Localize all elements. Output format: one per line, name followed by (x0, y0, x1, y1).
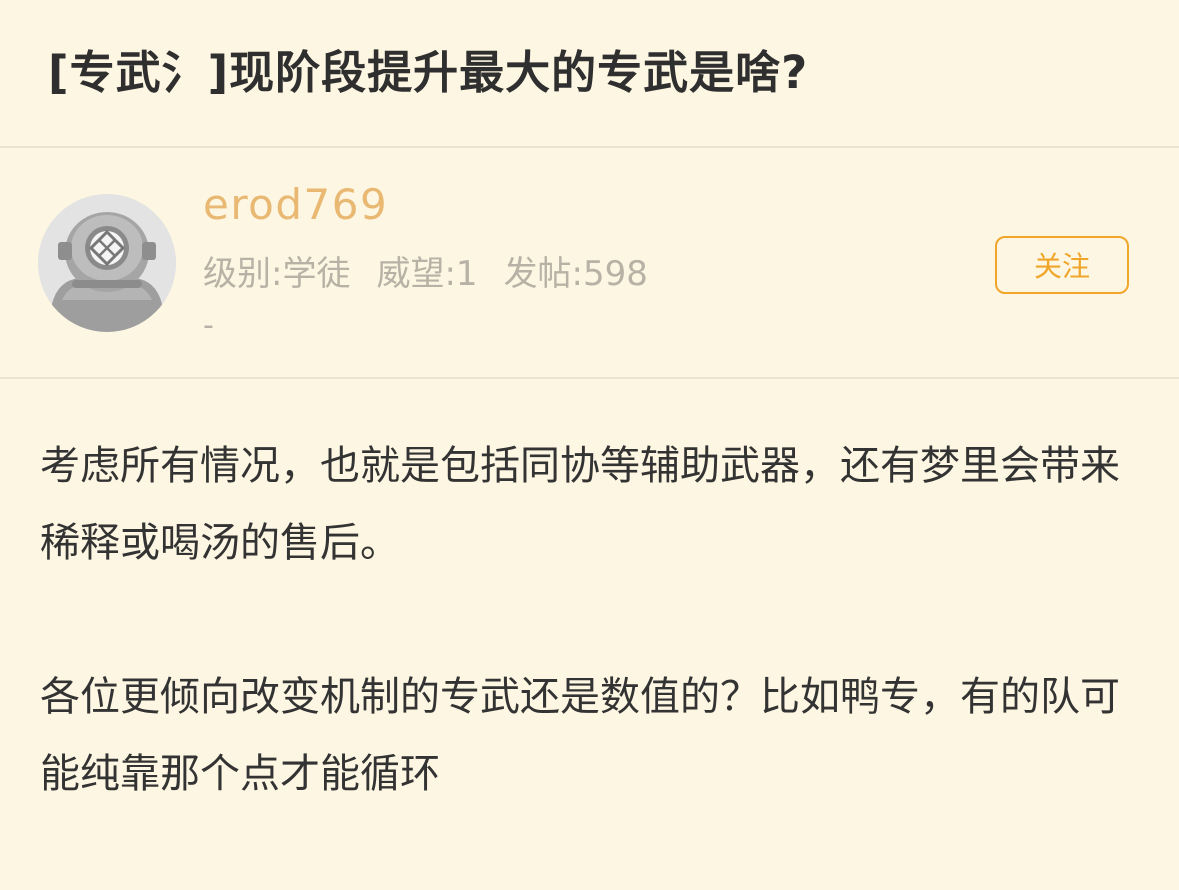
author-info: erod769 级别:学徒 威望:1 发帖:598 - 关注 (0, 150, 1179, 379)
post-title: [专武氵]现阶段提升最大的专武是啥? (48, 46, 809, 99)
author-signature: - (203, 308, 214, 343)
post-paragraph: 各位更倾向改变机制的专武还是数值的？比如鸭专，有的队可能纯靠那个点才能循环 (40, 674, 1120, 797)
diving-helmet-icon (38, 194, 176, 332)
title-bar: [专武氵]现阶段提升最大的专武是啥? (0, 0, 1179, 148)
post-content: 考虑所有情况，也就是包括同协等辅助武器，还有梦里会带来稀释或喝汤的售后。 各位更… (40, 428, 1140, 890)
avatar[interactable] (38, 194, 176, 332)
author-level: 级别:学徒 (203, 254, 351, 294)
post-paragraph: 考虑所有情况，也就是包括同协等辅助武器，还有梦里会带来稀释或喝汤的售后。 (40, 443, 1120, 566)
follow-button[interactable]: 关注 (995, 236, 1129, 294)
author-username[interactable]: erod769 (203, 180, 388, 229)
author-prestige: 威望:1 (376, 254, 478, 294)
author-stats: 级别:学徒 威望:1 发帖:598 (203, 246, 674, 295)
author-post-count: 发帖:598 (503, 254, 648, 294)
